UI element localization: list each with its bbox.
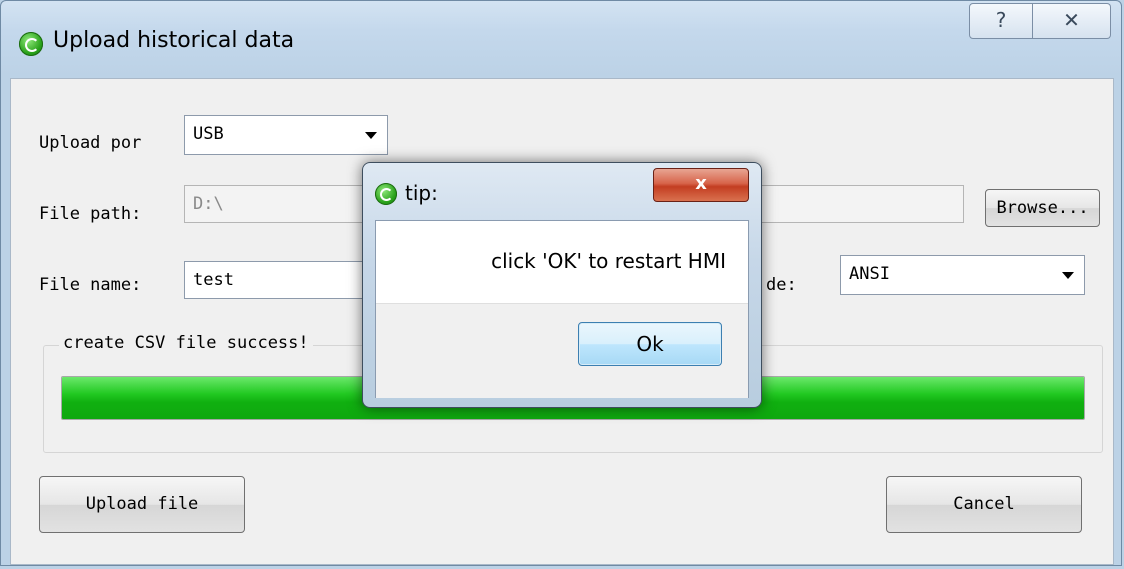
tip-refresh-icon bbox=[375, 183, 397, 205]
encode-select[interactable]: ANSI bbox=[840, 255, 1085, 295]
browse-button[interactable]: Browse... bbox=[985, 189, 1100, 227]
upload-file-button[interactable]: Upload file bbox=[39, 476, 245, 533]
upload-port-value: USB bbox=[193, 124, 224, 144]
cancel-button[interactable]: Cancel bbox=[886, 476, 1082, 533]
encode-value: ANSI bbox=[849, 264, 890, 284]
file-path-label: File path: bbox=[39, 204, 142, 224]
tip-message: click 'OK' to restart HMI bbox=[491, 249, 726, 273]
upload-port-label: Upload por bbox=[39, 133, 142, 153]
encode-label: de: bbox=[766, 275, 797, 295]
app-refresh-icon bbox=[19, 32, 43, 56]
file-name-label: File name: bbox=[39, 275, 142, 295]
tip-title: tip: bbox=[405, 181, 438, 205]
tip-close-button[interactable]: x bbox=[653, 168, 749, 202]
upload-port-select[interactable]: USB bbox=[184, 115, 388, 155]
close-button[interactable]: ✕ bbox=[1033, 3, 1111, 39]
title-bar[interactable]: Upload historical data ? ✕ bbox=[1, 1, 1121, 77]
ok-button[interactable]: Ok bbox=[578, 322, 722, 366]
status-group-title: create CSV file success! bbox=[59, 333, 313, 353]
tip-body: click 'OK' to restart HMI Ok bbox=[375, 220, 749, 398]
tip-footer: Ok bbox=[376, 303, 748, 398]
help-button[interactable]: ? bbox=[969, 3, 1033, 39]
tip-dialog: tip: x click 'OK' to restart HMI Ok bbox=[362, 162, 762, 408]
chevron-down-icon bbox=[365, 132, 377, 139]
window-title: Upload historical data bbox=[53, 28, 295, 53]
chevron-down-icon bbox=[1062, 272, 1074, 279]
